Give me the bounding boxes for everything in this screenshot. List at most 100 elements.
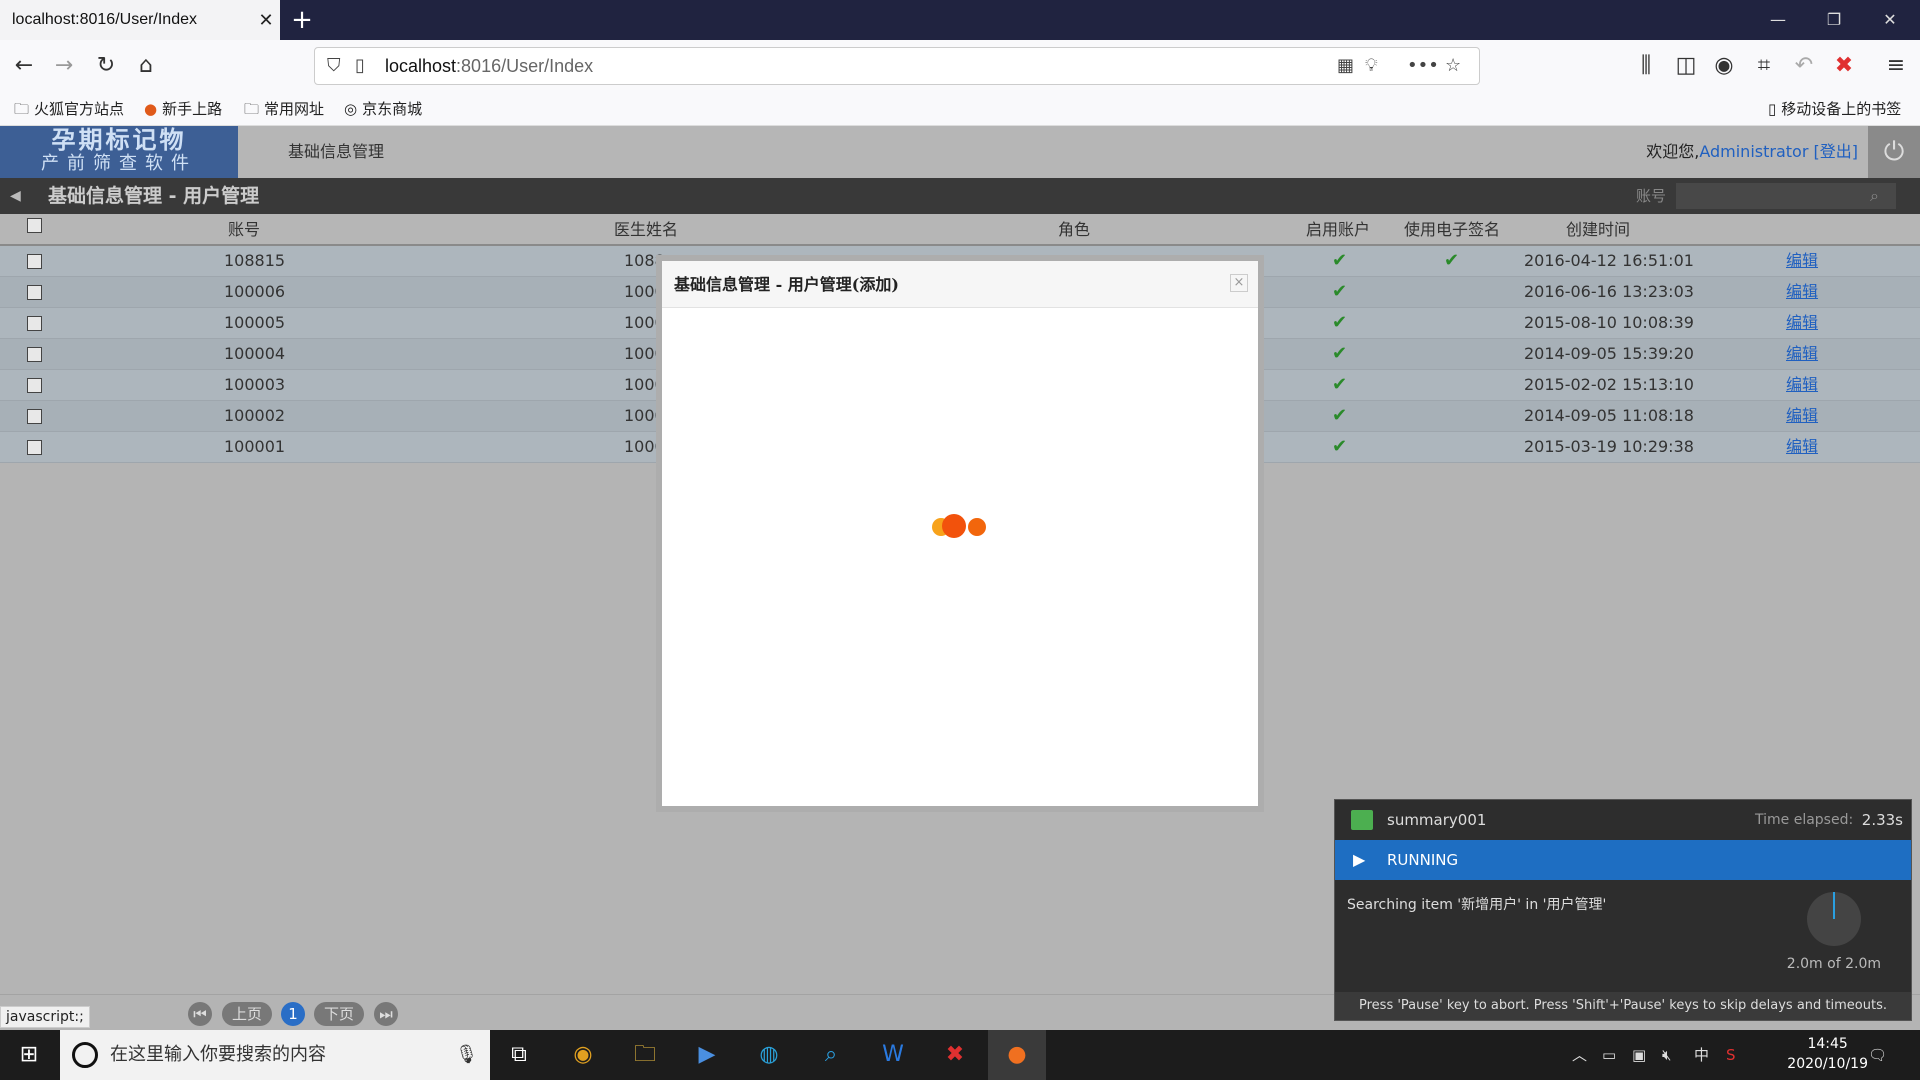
header-created[interactable]: 创建时间	[1566, 214, 1630, 246]
welcome-label: 欢迎您,	[1646, 142, 1700, 161]
row-checkbox[interactable]	[27, 285, 42, 300]
reload-button[interactable]: ↻	[88, 48, 124, 84]
timer-pie-icon	[1807, 892, 1861, 946]
collapse-arrow-icon[interactable]: ◀	[10, 178, 21, 214]
logo-title: 孕期标记物	[51, 126, 187, 154]
url-bar[interactable]: ⛉ ▯ localhost:8016/User/Index ▦ 💡︎ ••• ☆	[314, 47, 1480, 85]
edge-icon[interactable]: ◍	[740, 1030, 798, 1080]
task-view-icon[interactable]: ⧉	[490, 1030, 548, 1080]
enabled-check-icon: ✔	[1332, 343, 1348, 364]
search-icon[interactable]: ⌕	[1870, 178, 1879, 214]
library-icon[interactable]: ⫼	[1628, 48, 1664, 84]
sogou-icon[interactable]: S	[1726, 1030, 1736, 1080]
network-icon[interactable]: ▣	[1632, 1030, 1646, 1080]
header-enabled[interactable]: 启用账户	[1306, 214, 1370, 246]
script-icon	[1351, 810, 1373, 830]
header-doctor[interactable]: 医生姓名	[614, 214, 678, 246]
bookmarks-bar: 🗀 火狐官方站点 ● 新手上路 🗀 常用网址 ◎ 京东商城 ▯ 移动设备上的书签	[0, 92, 1920, 126]
menu-basic-info[interactable]: 基础信息管理	[288, 126, 384, 178]
edit-link[interactable]: 编辑	[1786, 308, 1818, 338]
account-search-input[interactable]	[1676, 183, 1896, 209]
edit-link[interactable]: 编辑	[1786, 401, 1818, 431]
battery-icon[interactable]: ▭	[1602, 1030, 1616, 1080]
forward-button[interactable]: →	[46, 48, 82, 84]
header-role[interactable]: 角色	[1058, 214, 1090, 246]
welcome-text: 欢迎您,Administrator [登出]	[1646, 126, 1858, 178]
elapsed-label: Time elapsed:	[1755, 812, 1854, 828]
row-checkbox[interactable]	[27, 378, 42, 393]
firefox-taskbar-icon[interactable]: ●	[988, 1030, 1046, 1080]
edit-link[interactable]: 编辑	[1786, 432, 1818, 462]
close-window-button[interactable]: ✕	[1862, 0, 1918, 40]
cell-created: 2016-04-12 16:51:01	[1524, 251, 1694, 270]
taskbar-clock[interactable]: 14:45 2020/10/19	[1787, 1034, 1868, 1074]
page-1-button[interactable]: 1	[281, 1002, 305, 1026]
row-checkbox[interactable]	[27, 440, 42, 455]
notifications-icon[interactable]: 🗨︎	[1868, 1030, 1887, 1080]
undo-icon[interactable]: ↶	[1786, 48, 1822, 84]
enabled-check-icon: ✔	[1332, 374, 1348, 395]
cell-account: 100003	[224, 375, 286, 394]
url-text[interactable]: localhost:8016/User/Index	[385, 48, 593, 84]
edit-link[interactable]: 编辑	[1786, 370, 1818, 400]
more-icon[interactable]: •••	[1407, 48, 1439, 84]
microphone-icon[interactable]: 🎙︎	[455, 1030, 478, 1080]
tab-close-icon[interactable]: ✕	[252, 10, 280, 31]
bookmark-folder[interactable]: 🗀 火狐官方站点	[14, 92, 124, 126]
restore-button[interactable]: ❐	[1806, 0, 1862, 40]
logout-link[interactable]: [登出]	[1814, 142, 1859, 161]
volume-mute-icon[interactable]: 🔇︎	[1662, 1030, 1671, 1080]
cell-account: 100006	[224, 282, 286, 301]
modal-close-icon[interactable]: ×	[1230, 274, 1248, 292]
header-account[interactable]: 账号	[228, 214, 260, 246]
cell-account: 100001	[224, 437, 286, 456]
bookmark-star-icon[interactable]: ☆	[1445, 48, 1461, 84]
extension-x-icon[interactable]: ✖	[1826, 48, 1862, 84]
next-page-button[interactable]: 下页	[314, 1002, 364, 1026]
first-page-icon[interactable]: ⏮	[188, 1002, 212, 1026]
rx-app-icon[interactable]: ✖	[926, 1030, 984, 1080]
header-esign[interactable]: 使用电子签名	[1404, 214, 1500, 246]
word-icon[interactable]: W	[864, 1030, 922, 1080]
menu-icon[interactable]: ≡	[1878, 48, 1914, 84]
minimize-button[interactable]: —	[1750, 0, 1806, 40]
power-icon[interactable]: ⏻	[1868, 126, 1920, 178]
shield-icon[interactable]: ⛉	[327, 48, 341, 84]
sidebar-icon[interactable]: ◫	[1668, 48, 1704, 84]
admin-link[interactable]: Administrator	[1699, 142, 1808, 161]
account-icon[interactable]: ◉	[1706, 48, 1742, 84]
cortana-icon	[72, 1042, 98, 1068]
back-button[interactable]: ←	[6, 48, 42, 84]
edit-link[interactable]: 编辑	[1786, 339, 1818, 369]
chrome-icon[interactable]: ◉	[554, 1030, 612, 1080]
ime-indicator[interactable]: 中	[1694, 1030, 1709, 1080]
powershell-icon[interactable]: ▶	[678, 1030, 736, 1080]
windows-start-icon[interactable]: ⊞	[0, 1030, 58, 1080]
edit-link[interactable]: 编辑	[1786, 246, 1818, 276]
edit-link[interactable]: 编辑	[1786, 277, 1818, 307]
taskbar: ⊞ 在这里输入你要搜索的内容 🎙︎ ⧉ ◉ 🗀 ▶ ◍ ⌕ W ✖ ● ︿ ▭ …	[0, 1030, 1920, 1080]
bookmark-item[interactable]: ● 新手上路	[144, 92, 222, 126]
prev-page-button[interactable]: 上页	[222, 1002, 272, 1026]
mobile-bookmarks[interactable]: ▯ 移动设备上的书签	[1768, 92, 1901, 126]
taskbar-search-box[interactable]: 在这里输入你要搜索的内容 🎙︎	[60, 1030, 490, 1080]
qr-code-icon[interactable]: ▦	[1337, 48, 1354, 84]
row-checkbox[interactable]	[27, 254, 42, 269]
bookmark-label: 移动设备上的书签	[1781, 100, 1902, 118]
lightbulb-icon[interactable]: 💡︎	[1365, 48, 1378, 84]
last-page-icon[interactable]: ⏭	[374, 1002, 398, 1026]
new-tab-button[interactable]: +	[286, 4, 318, 36]
row-checkbox[interactable]	[27, 409, 42, 424]
search-app-icon[interactable]: ⌕	[802, 1030, 860, 1080]
crop-icon[interactable]: ⌗	[1746, 48, 1782, 84]
bookmark-folder[interactable]: 🗀 常用网址	[244, 92, 324, 126]
select-all-checkbox[interactable]	[27, 218, 42, 233]
row-checkbox[interactable]	[27, 316, 42, 331]
row-checkbox[interactable]	[27, 347, 42, 362]
file-explorer-icon[interactable]: 🗀	[616, 1030, 674, 1080]
browser-tab[interactable]: localhost:8016/User/Index ✕	[0, 0, 280, 40]
tray-up-icon[interactable]: ︿	[1572, 1030, 1587, 1080]
home-button[interactable]: ⌂	[128, 48, 164, 84]
bookmark-item[interactable]: ◎ 京东商城	[344, 92, 422, 126]
globe-icon: ◎	[344, 100, 358, 118]
